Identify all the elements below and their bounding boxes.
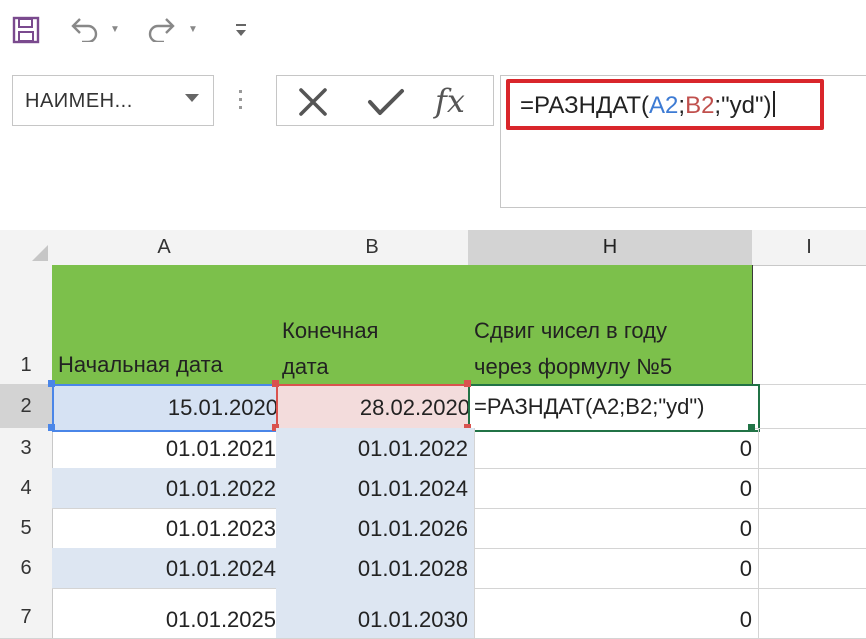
save-icon[interactable] — [12, 16, 40, 44]
undo-dropdown-icon[interactable]: ▼ — [110, 24, 120, 35]
name-box-value: НАИМЕН... — [25, 90, 133, 112]
column-header-a[interactable]: A — [52, 230, 277, 266]
row-header-1[interactable]: 1 — [0, 265, 53, 385]
cancel-icon[interactable] — [297, 88, 329, 116]
cell-b5[interactable]: 01.01.2026 — [276, 508, 475, 549]
customize-qat-icon[interactable] — [234, 22, 248, 38]
enter-icon[interactable] — [367, 88, 405, 116]
redo-dropdown-icon[interactable]: ▼ — [188, 24, 198, 35]
formula-buttons: fx — [276, 75, 494, 126]
range-handle[interactable] — [272, 380, 279, 387]
cell-b7[interactable]: 01.01.2030 — [276, 588, 475, 639]
cell-h5[interactable]: 0 — [468, 508, 759, 549]
text-cursor — [773, 91, 776, 117]
row-number: 1 — [20, 354, 32, 376]
formula-func: =РАЗНДАТ( — [520, 92, 650, 119]
row-header-2[interactable]: 2 — [0, 384, 54, 429]
cell-h1[interactable]: Сдвиг чисел в году через формулу №5 — [468, 265, 753, 385]
formula-input-highlight[interactable]: =РАЗНДАТ(A2;B2;"yd") — [506, 79, 824, 130]
cell-a1[interactable]: Начальная дата — [52, 265, 277, 385]
cell-i5[interactable] — [752, 508, 866, 549]
header-shift-line2: через формулу №5 — [474, 354, 673, 379]
row-header-5[interactable]: 5 — [0, 508, 53, 549]
quick-access-toolbar: ▼ ▼ — [0, 0, 280, 60]
cell-i2[interactable] — [752, 384, 866, 429]
cell-i4[interactable] — [752, 468, 866, 509]
header-end-date-line2: дата — [282, 354, 329, 379]
cell-i3[interactable] — [752, 428, 866, 469]
cell-i1[interactable] — [752, 265, 866, 385]
cell-b3[interactable]: 01.01.2022 — [276, 428, 475, 469]
formula-ref-a2: A2 — [649, 92, 679, 119]
undo-icon[interactable] — [68, 16, 100, 42]
cell-h7[interactable]: 0 — [468, 588, 759, 639]
insert-function-icon[interactable]: fx — [435, 82, 465, 120]
row-header-6[interactable]: 6 — [0, 548, 53, 589]
cell-a5[interactable]: 01.01.2023 — [52, 508, 283, 549]
column-header-h[interactable]: H — [468, 230, 753, 267]
cell-h2-editing[interactable]: =РАЗНДАТ(A2;B2;"yd") — [468, 384, 760, 432]
range-handle[interactable] — [464, 380, 471, 387]
cell-b2[interactable]: 28.02.2020 — [276, 384, 478, 432]
redo-icon[interactable] — [146, 16, 178, 42]
formula-ref-b2: B2 — [685, 92, 715, 119]
row-header-7[interactable]: 7 — [0, 588, 53, 639]
select-all-corner[interactable] — [0, 230, 53, 266]
cell-b4[interactable]: 01.01.2024 — [276, 468, 475, 509]
header-start-date: Начальная дата — [58, 352, 223, 377]
cell-a3[interactable]: 01.01.2021 — [52, 428, 283, 469]
formula-bar-grip[interactable] — [238, 90, 244, 118]
name-box-dropdown-icon[interactable] — [185, 94, 199, 102]
cell-a4[interactable]: 01.01.2022 — [52, 468, 283, 509]
name-box[interactable]: НАИМЕН... — [12, 75, 214, 126]
range-handle[interactable] — [48, 380, 55, 387]
column-header-i[interactable]: I — [752, 230, 866, 266]
cell-h4[interactable]: 0 — [468, 468, 759, 509]
cell-h3[interactable]: 0 — [468, 428, 759, 469]
formula-tail: ;"yd") — [714, 92, 772, 119]
cell-a2[interactable]: 15.01.2020 — [52, 384, 286, 432]
header-shift-line1: Сдвиг чисел в году — [474, 318, 667, 343]
cell-i7[interactable] — [752, 588, 866, 639]
cell-i6[interactable] — [752, 548, 866, 589]
formula-text: =РАЗНДАТ(A2;B2;"yd") — [520, 91, 776, 120]
cell-b1[interactable]: Конечная дата — [276, 265, 469, 385]
header-end-date-line1: Конечная — [282, 318, 379, 343]
row-header-4[interactable]: 4 — [0, 468, 53, 509]
column-header-b[interactable]: B — [276, 230, 469, 266]
row-header-3[interactable]: 3 — [0, 428, 53, 469]
cell-b6[interactable]: 01.01.2028 — [276, 548, 475, 589]
row-number: 7 — [20, 606, 32, 628]
cell-h6[interactable]: 0 — [468, 548, 759, 589]
cell-a7[interactable]: 01.01.2025 — [52, 588, 283, 639]
cell-a6[interactable]: 01.01.2024 — [52, 548, 283, 589]
